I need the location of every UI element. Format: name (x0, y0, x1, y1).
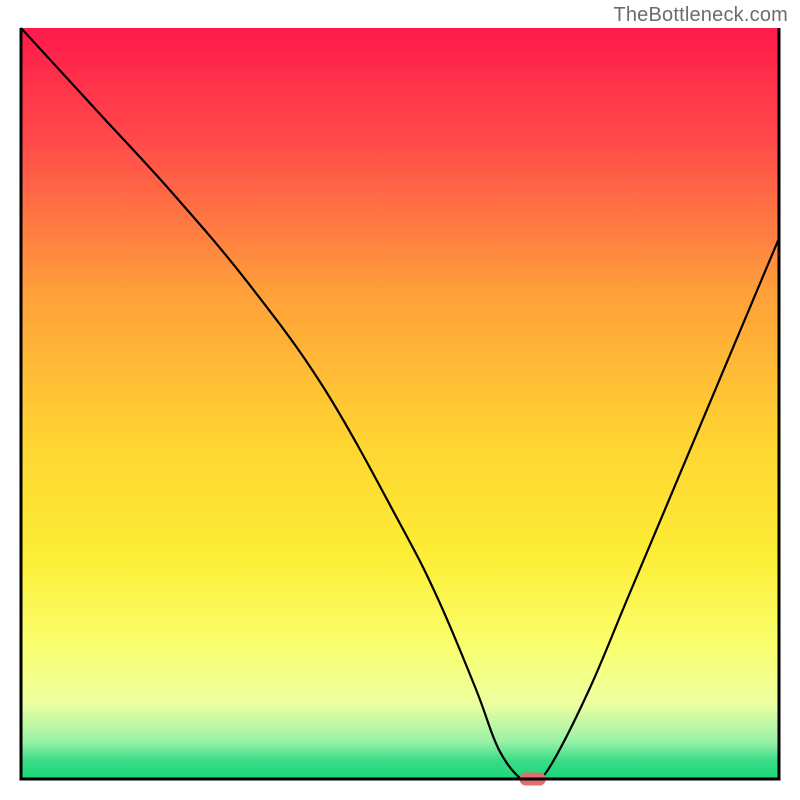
bottleneck-chart (0, 0, 800, 800)
plot-background (21, 28, 779, 779)
watermark-text: TheBottleneck.com (613, 4, 788, 27)
chart-container: TheBottleneck.com (0, 0, 800, 800)
